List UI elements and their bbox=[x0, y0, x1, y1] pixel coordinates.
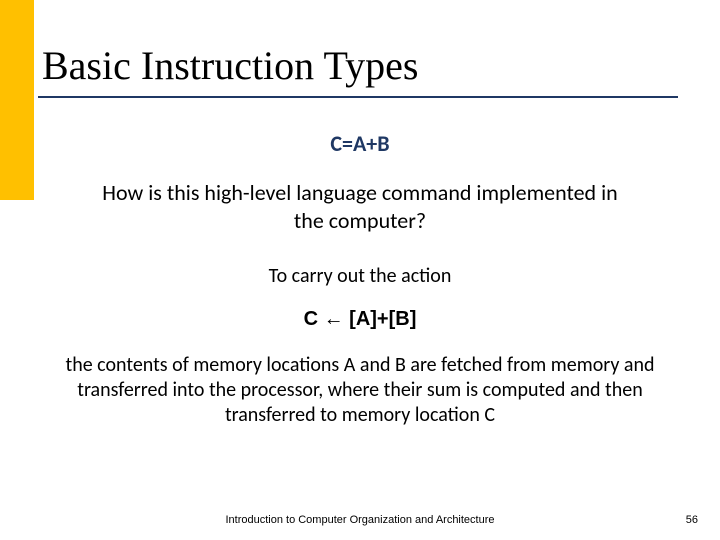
action-label: To carry out the action bbox=[0, 264, 720, 288]
formula-main: C=A+B bbox=[0, 130, 720, 157]
question-text: How is this high-level language command … bbox=[90, 179, 630, 234]
title-underline bbox=[38, 96, 678, 98]
formula-arrow: C ← [A]+[B] bbox=[0, 308, 720, 331]
slide-title: Basic Instruction Types bbox=[42, 42, 418, 89]
page-number: 56 bbox=[686, 514, 698, 526]
slide-body: C=A+B How is this high-level language co… bbox=[0, 110, 720, 428]
description-text: the contents of memory locations A and B… bbox=[65, 353, 655, 428]
footer-text: Introduction to Computer Organization an… bbox=[0, 514, 720, 526]
